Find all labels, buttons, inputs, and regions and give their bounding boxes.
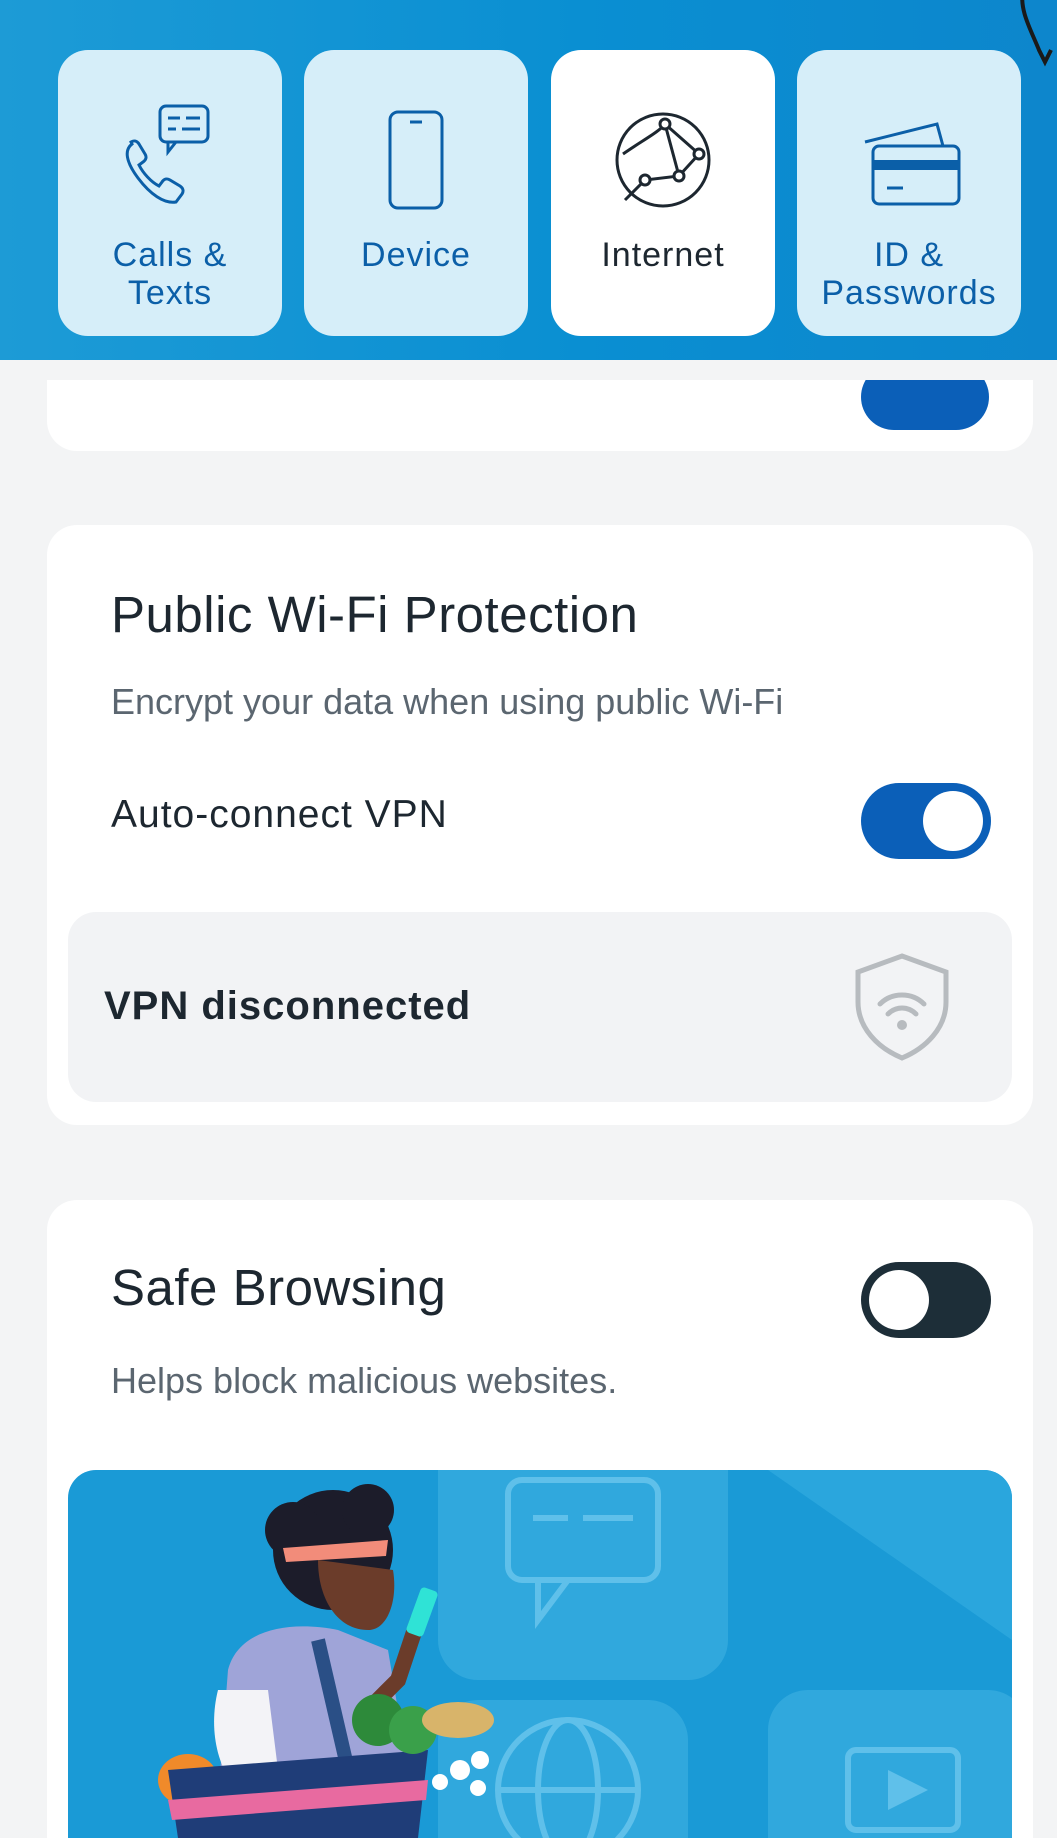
card-description: Encrypt your data when using public Wi-F…	[111, 681, 784, 722]
label-line: ID &	[873, 236, 945, 274]
card-title: Safe Browsing	[111, 1259, 447, 1316]
label-line: Texts	[127, 274, 213, 312]
safe-browsing-illustration	[68, 1470, 1012, 1838]
wifi-protection-card: Public Wi-Fi Protection Encrypt your dat…	[47, 525, 1033, 1125]
category-label: Device	[361, 236, 471, 274]
illustration-woman-phone	[158, 1470, 1012, 1838]
vpn-status-panel[interactable]: VPN disconnected	[68, 912, 1012, 1102]
wifi-shield-icon	[855, 953, 949, 1061]
category-tile-internet[interactable]: Internet	[551, 50, 775, 336]
label-line: Passwords	[821, 274, 997, 312]
category-header: Calls & Texts Device Internet ID & Passw…	[0, 0, 1057, 360]
autoconnect-vpn-label: Auto-connect VPN	[111, 793, 448, 836]
category-tile-device[interactable]: Device	[304, 50, 528, 336]
card-title: Public Wi-Fi Protection	[111, 586, 639, 643]
id-card-icon	[864, 122, 961, 206]
card-description: Helps block malicious websites.	[111, 1360, 618, 1401]
category-label: ID & Passwords	[821, 236, 996, 312]
toggle-knob	[923, 791, 983, 851]
vpn-status-text: VPN disconnected	[104, 984, 472, 1028]
decorative-curve	[1020, 0, 1053, 67]
label-line: Device	[361, 236, 471, 274]
category-tile-calls-texts[interactable]: Calls & Texts	[58, 50, 282, 336]
autoconnect-vpn-toggle[interactable]	[861, 783, 991, 859]
toggle-knob	[869, 1270, 929, 1330]
safe-browsing-card: Safe Browsing Helps block malicious webs…	[47, 1200, 1033, 1838]
label-line: Calls &	[112, 236, 228, 274]
category-label: Internet	[601, 236, 724, 274]
category-label: Calls & Texts	[113, 236, 228, 312]
label-line: Internet	[601, 236, 725, 274]
safe-browsing-toggle[interactable]	[861, 1262, 991, 1338]
phone-chat-icon	[125, 104, 210, 204]
globe-network-icon	[615, 112, 711, 208]
smartphone-icon	[388, 110, 444, 210]
category-tile-id-passwords[interactable]: ID & Passwords	[797, 50, 1021, 336]
